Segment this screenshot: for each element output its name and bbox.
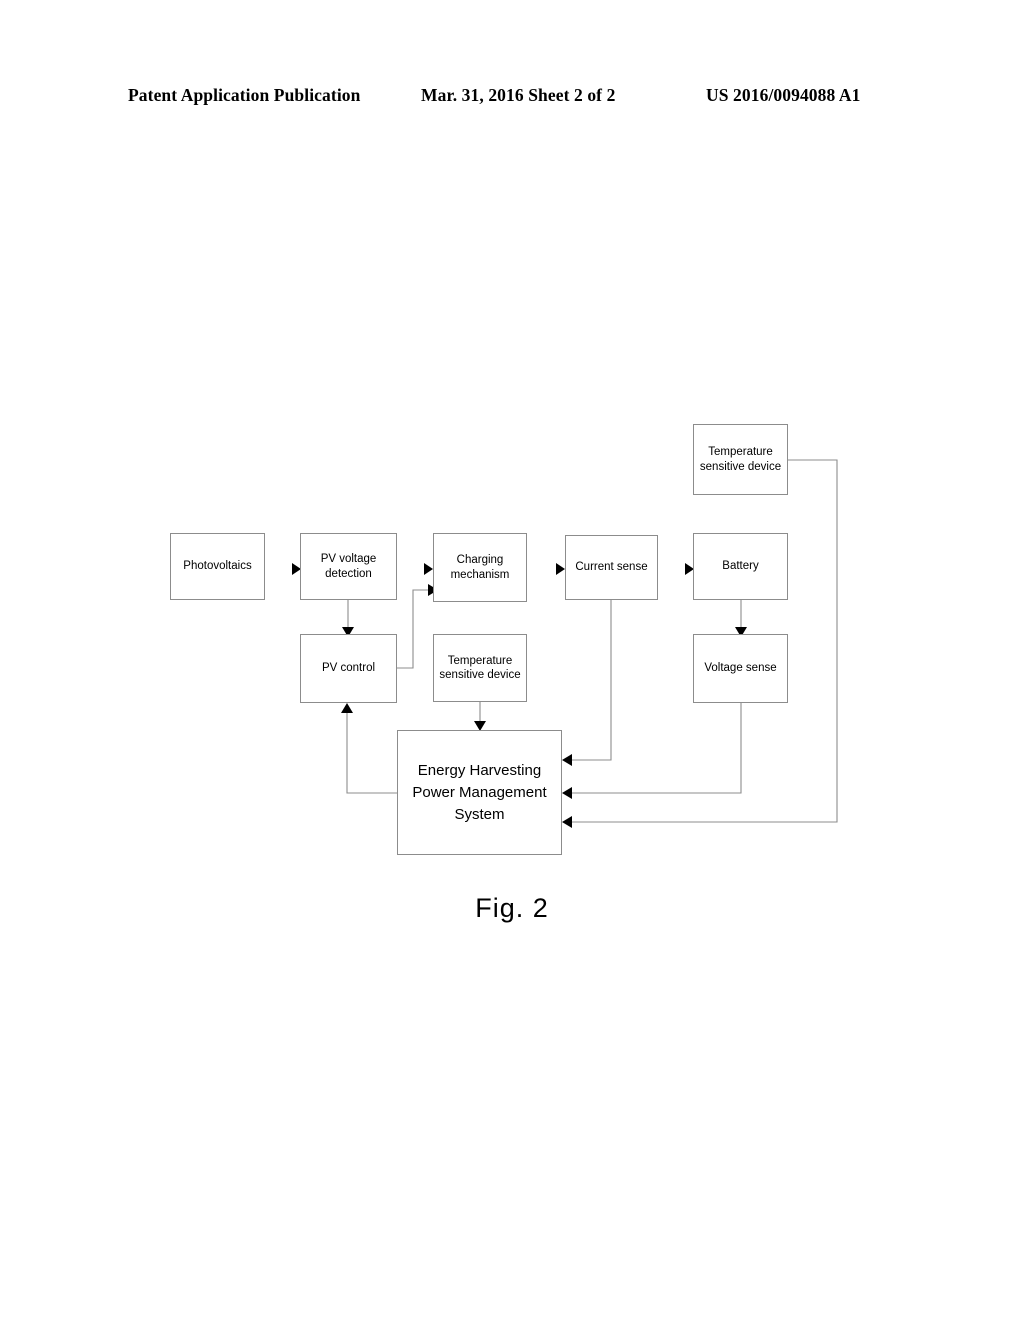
arrowhead-up-pvcontrol [341,703,353,713]
node-current-sense[interactable]: Current sense [565,535,658,600]
node-energy-harvesting-power-management-system[interactable]: Energy Harvesting Power Management Syste… [397,730,562,855]
node-charging-mechanism[interactable]: Charging mechanism [433,533,527,602]
arrowhead-left-ehpms-mid [562,787,572,799]
node-label: PV voltage detection [320,553,377,580]
figure-2-block-diagram: Temperature sensitive device Photovoltai… [0,0,1024,1320]
node-label: PV control [321,662,376,675]
node-pv-control[interactable]: PV control [300,634,397,703]
node-voltage-sense[interactable]: Voltage sense [693,634,788,703]
wire-voltagesense-to-ehpms [572,703,742,794]
node-label: Battery [722,560,759,573]
node-label: Voltage sense [704,662,777,675]
node-label: Charging mechanism [450,554,510,581]
arrowhead-left-ehpms-top [562,754,572,766]
arrowhead-right-currentsense [556,563,565,575]
node-label: Temperature sensitive device [699,446,782,473]
node-label: Energy Harvesting Power Management Syste… [412,761,547,823]
node-pv-voltage-detection[interactable]: PV voltage detection [300,533,397,600]
node-photovoltaics[interactable]: Photovoltaics [170,533,265,600]
node-label: Photovoltaics [183,560,252,573]
wire-currentsense-to-ehpms [572,600,612,761]
wire-pvcontrol-to-charging [397,589,429,669]
arrowhead-left-ehpms-bottom [562,816,572,828]
node-battery[interactable]: Battery [693,533,788,600]
node-temperature-sensitive-device-top[interactable]: Temperature sensitive device [693,424,788,495]
figure-caption: Fig. 2 [475,893,549,923]
node-temperature-sensitive-device-middle[interactable]: Temperature sensitive device [433,634,527,702]
node-label: Current sense [575,561,648,574]
node-label: Temperature sensitive device [439,654,521,682]
arrowhead-right-charging-upper [424,563,433,575]
wire-ehpms-to-pvcontrol [346,713,397,794]
